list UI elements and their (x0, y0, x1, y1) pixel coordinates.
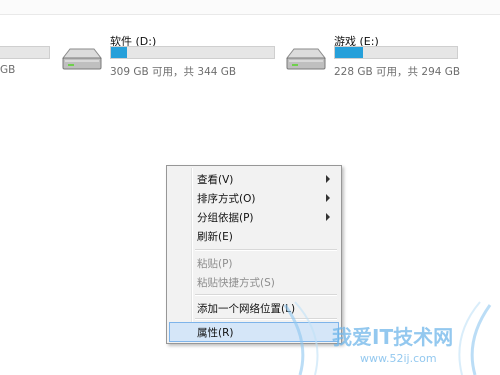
drive-tile-e[interactable]: 游戏 (E:) 228 GB 可用，共 294 GB (284, 30, 494, 80)
menu-item-paste-shortcut[interactable]: 粘贴快捷方式(S) (169, 272, 339, 292)
hard-drive-icon (285, 48, 326, 70)
menu-item-label: 排序方式(O) (197, 193, 256, 205)
submenu-arrow-icon (326, 213, 330, 221)
menu-item-add-network-location[interactable]: 添加一个网络位置(L) (169, 298, 339, 318)
menu-item-label: 刷新(E) (197, 231, 233, 243)
menu-item-label: 粘贴快捷方式(S) (197, 277, 275, 289)
submenu-arrow-icon (326, 194, 330, 202)
drive-info: GB (0, 64, 16, 76)
menu-item-sort-by[interactable]: 排序方式(O) (169, 188, 339, 208)
menu-item-paste[interactable]: 粘贴(P) (169, 253, 339, 273)
menu-item-refresh[interactable]: 刷新(E) (169, 226, 339, 246)
explorer-content-area: GB 软件 (D:) 309 GB 可用，共 344 GB 游戏 (E:) 22… (0, 0, 500, 375)
submenu-arrow-icon (326, 175, 330, 183)
drive-tile-d[interactable]: 软件 (D:) 309 GB 可用，共 344 GB (60, 30, 280, 80)
drive-usage-bar (110, 46, 275, 59)
menu-item-properties[interactable]: 属性(R) (169, 322, 339, 342)
hard-drive-icon (61, 48, 102, 70)
menu-separator (195, 249, 337, 251)
context-menu: 查看(V) 排序方式(O) 分组依据(P) 刷新(E) 粘贴(P) 粘贴快捷方式… (166, 165, 342, 344)
drive-usage-bar (0, 46, 50, 59)
drive-usage-fill (111, 47, 128, 58)
drive-usage-fill (335, 47, 364, 58)
menu-separator (195, 318, 337, 320)
drive-tile-partial[interactable]: GB (0, 30, 60, 80)
menu-item-label: 查看(V) (197, 174, 234, 186)
watermark-text: 我爱IT技术网 (332, 325, 453, 349)
menu-item-group-by[interactable]: 分组依据(P) (169, 207, 339, 227)
drive-usage-bar (334, 46, 458, 59)
watermark-url: www.52ij.com (360, 352, 437, 365)
header-strip (0, 0, 500, 15)
menu-separator (195, 294, 337, 296)
menu-item-label: 添加一个网络位置(L) (197, 303, 296, 315)
drive-info: 228 GB 可用，共 294 GB (334, 66, 461, 78)
drive-info: 309 GB 可用，共 344 GB (110, 66, 237, 78)
menu-item-view[interactable]: 查看(V) (169, 169, 339, 189)
menu-item-label: 分组依据(P) (197, 212, 254, 224)
menu-item-label: 属性(R) (197, 327, 234, 339)
menu-item-label: 粘贴(P) (197, 258, 233, 270)
